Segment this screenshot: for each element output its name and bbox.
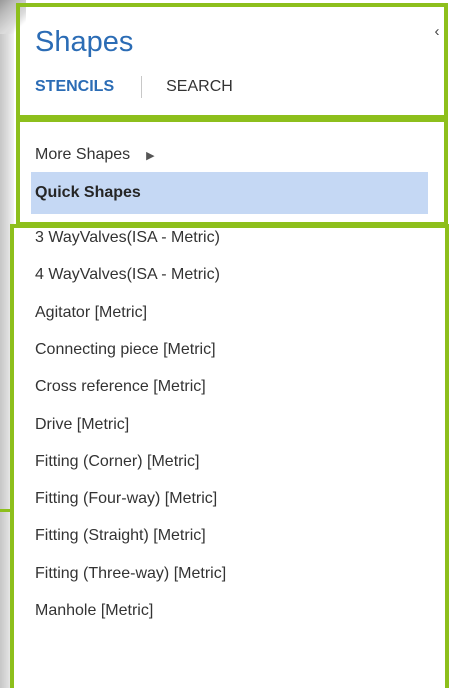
highlight-box-header [16,3,448,119]
highlight-box-stencil-list [10,224,449,688]
highlight-box-quick-shapes [16,118,448,226]
shapes-pane: Shapes ‹ STENCILS SEARCH More Shapes ▶ Q… [0,0,449,688]
